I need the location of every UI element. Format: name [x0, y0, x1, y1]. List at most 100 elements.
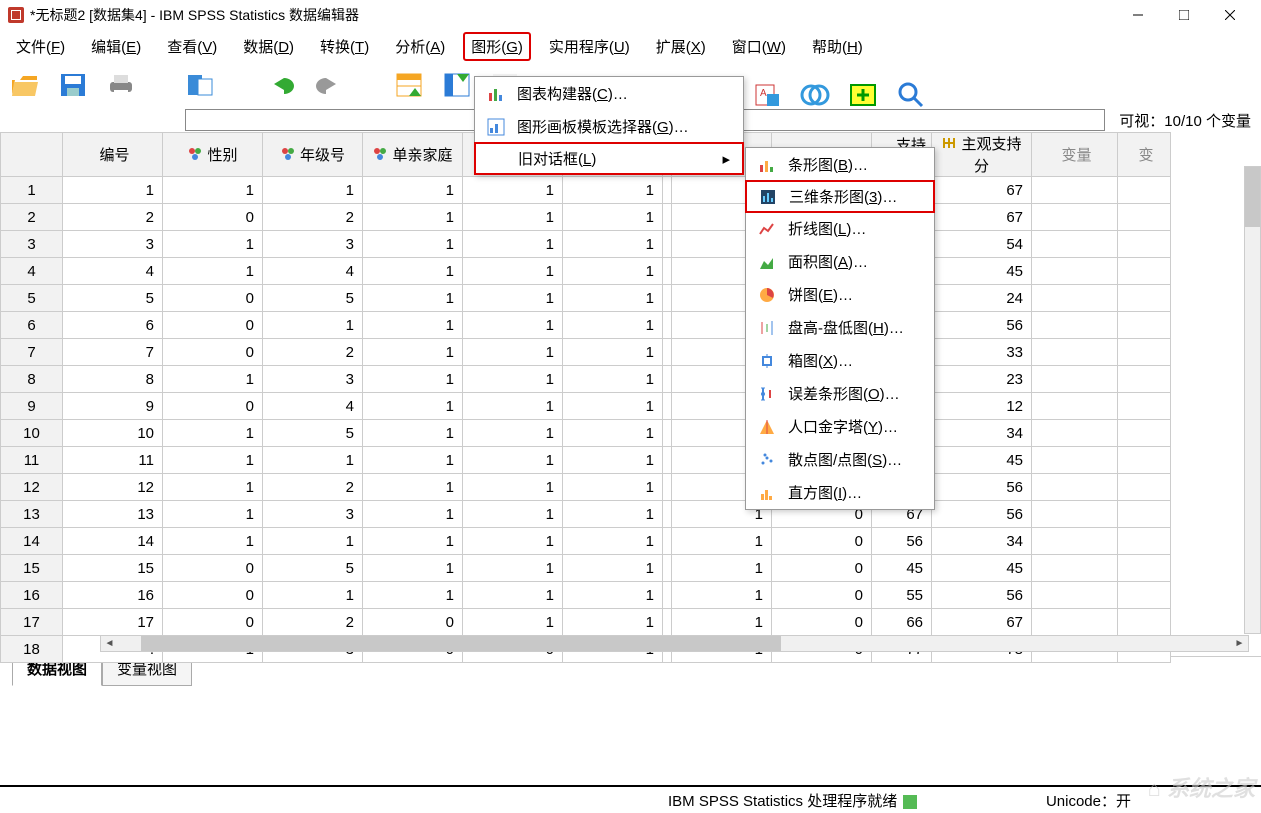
cell[interactable]: 16	[63, 582, 163, 609]
value-labels-button[interactable]: A	[750, 78, 784, 112]
cell[interactable]: 1	[563, 528, 663, 555]
cell[interactable]: 3	[263, 501, 363, 528]
cell[interactable]	[663, 501, 672, 528]
row-header[interactable]: 2	[1, 204, 63, 231]
menu-w[interactable]: 窗口(W)	[724, 32, 794, 61]
cell[interactable]: 1	[563, 339, 663, 366]
cell[interactable]: 33	[932, 339, 1032, 366]
cell[interactable]	[1118, 393, 1171, 420]
row-header[interactable]: 14	[1, 528, 63, 555]
cell[interactable]: 0	[163, 312, 263, 339]
row-header[interactable]: 16	[1, 582, 63, 609]
cell[interactable]: 0	[163, 609, 263, 636]
goto-variable-button[interactable]	[440, 68, 474, 102]
menu-u[interactable]: 实用程序(U)	[541, 32, 638, 61]
cell[interactable]	[663, 285, 672, 312]
cell[interactable]: 1	[563, 555, 663, 582]
cell[interactable]: 1	[463, 258, 563, 285]
cell[interactable]: 0	[772, 555, 872, 582]
menu-a[interactable]: 分析(A)	[387, 32, 453, 61]
submenu-item-9[interactable]: 散点图/点图(S)…	[746, 443, 934, 476]
cell[interactable]: 1	[263, 528, 363, 555]
menu-t[interactable]: 转换(T)	[312, 32, 377, 61]
cell[interactable]: 1	[363, 366, 463, 393]
cell[interactable]: 4	[263, 393, 363, 420]
cell[interactable]	[663, 393, 672, 420]
cell[interactable]: 24	[932, 285, 1032, 312]
cell[interactable]: 0	[772, 609, 872, 636]
cell[interactable]: 1	[563, 204, 663, 231]
cell[interactable]: 1	[363, 501, 463, 528]
cell[interactable]: 9	[63, 393, 163, 420]
cell[interactable]: 1	[463, 555, 563, 582]
cell[interactable]: 2	[263, 474, 363, 501]
cell[interactable]: 34	[932, 420, 1032, 447]
cell[interactable]	[1032, 474, 1118, 501]
cell[interactable]	[1118, 501, 1171, 528]
cell[interactable]: 15	[63, 555, 163, 582]
cell[interactable]	[1118, 231, 1171, 258]
row-header[interactable]: 7	[1, 339, 63, 366]
row-header[interactable]: 1	[1, 177, 63, 204]
cell[interactable]: 54	[932, 231, 1032, 258]
cell[interactable]: 17	[63, 609, 163, 636]
cell[interactable]: 1	[363, 528, 463, 555]
cell[interactable]	[1032, 204, 1118, 231]
cell[interactable]: 1	[63, 177, 163, 204]
row-header[interactable]: 9	[1, 393, 63, 420]
cell[interactable]	[1032, 609, 1118, 636]
cell[interactable]: 1	[363, 177, 463, 204]
cell[interactable]: 1	[672, 582, 772, 609]
cell[interactable]: 1	[363, 582, 463, 609]
cell[interactable]: 1	[672, 555, 772, 582]
cell[interactable]	[1032, 528, 1118, 555]
cell[interactable]: 1	[463, 447, 563, 474]
cell[interactable]: 1	[163, 366, 263, 393]
cell[interactable]: 23	[932, 366, 1032, 393]
cell[interactable]: 0	[163, 393, 263, 420]
cell[interactable]	[663, 420, 672, 447]
row-header[interactable]: 10	[1, 420, 63, 447]
cell[interactable]: 55	[872, 582, 932, 609]
cell[interactable]: 1	[163, 447, 263, 474]
cell[interactable]: 3	[263, 366, 363, 393]
show-all-button[interactable]	[846, 78, 880, 112]
cell[interactable]	[663, 366, 672, 393]
cell[interactable]: 13	[63, 501, 163, 528]
menu-g[interactable]: 图形(G)	[463, 32, 531, 61]
cell[interactable]	[1118, 258, 1171, 285]
cell[interactable]: 12	[63, 474, 163, 501]
cell[interactable]: 1	[563, 474, 663, 501]
cell[interactable]: 1	[463, 285, 563, 312]
recall-dialog-button[interactable]	[184, 68, 218, 102]
menu-f[interactable]: 文件(F)	[8, 32, 73, 61]
cell[interactable]: 1	[363, 285, 463, 312]
cell[interactable]: 1	[263, 582, 363, 609]
cell[interactable]: 1	[363, 447, 463, 474]
cell[interactable]	[663, 204, 672, 231]
cell[interactable]	[1032, 501, 1118, 528]
cell[interactable]: 0	[163, 204, 263, 231]
cell[interactable]	[1118, 528, 1171, 555]
undo-button[interactable]	[264, 68, 298, 102]
menu-x[interactable]: 扩展(X)	[648, 32, 714, 61]
cell[interactable]	[663, 474, 672, 501]
cell[interactable]: 8	[63, 366, 163, 393]
cell[interactable]: 2	[63, 204, 163, 231]
cell[interactable]: 1	[463, 501, 563, 528]
cell[interactable]: 1	[463, 231, 563, 258]
cell[interactable]	[1032, 366, 1118, 393]
menu-d[interactable]: 数据(D)	[235, 32, 302, 61]
cell[interactable]: 1	[263, 447, 363, 474]
cell[interactable]: 34	[932, 528, 1032, 555]
row-header[interactable]: 5	[1, 285, 63, 312]
submenu-item-7[interactable]: 误差条形图(O)…	[746, 377, 934, 410]
cell[interactable]	[663, 447, 672, 474]
row-header[interactable]: 8	[1, 366, 63, 393]
cell[interactable]: 0	[163, 285, 263, 312]
submenu-item-4[interactable]: 饼图(E)…	[746, 278, 934, 311]
cell[interactable]	[1118, 447, 1171, 474]
scroll-left-icon[interactable]: ◄	[101, 636, 118, 651]
cell[interactable]	[1032, 339, 1118, 366]
cell[interactable]: 1	[563, 258, 663, 285]
